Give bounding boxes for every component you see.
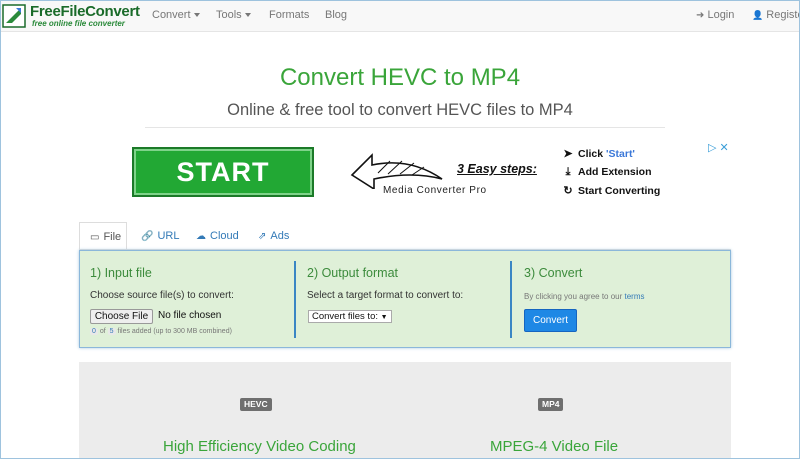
ad-step-3-text: Start Converting [578,185,661,197]
ad-step-1-text: Click [578,148,607,160]
link-icon: 🔗 [141,231,154,242]
choose-file-button[interactable]: Choose File [90,309,153,324]
monitor-icon: ▭ [90,232,100,243]
mp4-format-badge: MP4 [538,398,564,411]
files-max-badge: 5 [107,328,116,335]
logo-icon [2,4,26,28]
user-icon: 👤 [752,10,764,20]
conversion-panel: 1) Input file Choose source file(s) to c… [79,250,731,348]
input-file-instruction: Choose source file(s) to convert: [90,290,234,301]
page-subtitle: Online & free tool to convert HEVC files… [227,101,573,119]
output-format-select[interactable]: Convert files to: ▼ [308,310,392,323]
adchoices-icon[interactable]: ▷ ✕ [708,141,729,154]
external-link-icon: ⇗ [258,231,267,242]
mp4-format-name: MPEG-4 Video File [490,438,619,455]
refresh-icon: ↻ [563,185,573,197]
caret-down-icon [193,13,200,18]
top-navbar: FreeFileConvert free online file convert… [0,0,800,32]
hevc-format-name: High Efficiency Video Coding [163,438,356,455]
select-arrow-icon: ▼ [380,314,388,321]
tab-file-label: File [103,231,122,243]
logo-subtitle: free online file converter [32,19,125,28]
format-info-section: HEVC High Efficiency Video Coding MP4 MP… [79,362,731,459]
divider-line [145,127,665,128]
output-format-heading: 2) Output format [307,266,399,280]
input-file-section: 1) Input file Choose source file(s) to c… [80,251,294,349]
ad-step-2-text: Add Extension [578,166,652,178]
register-link[interactable]: 👤 Register [752,9,800,21]
nav-tools-dropdown[interactable]: Tools [216,9,251,21]
ad-step-1: ➤ Click 'Start' [561,147,635,160]
nav-formats-link[interactable]: Formats [269,9,309,21]
no-file-chosen-text: No file chosen [158,310,222,321]
ad-start-button[interactable]: START [132,147,314,197]
convert-heading: 3) Convert [524,266,583,280]
ad-steps-title: 3 Easy steps: [457,162,537,176]
terms-note: By clicking you agree to our terms [524,292,645,301]
tab-ads[interactable]: ⇗ Ads [248,222,299,250]
caret-down-icon [244,13,251,18]
logo-title: FreeFileConvert [30,3,140,20]
terms-link[interactable]: terms [625,292,645,301]
page-title: Convert HEVC to MP4 [279,64,521,91]
output-format-instruction: Select a target format to convert to: [307,290,464,301]
login-link[interactable]: ➜ Login [696,9,734,21]
convert-section: 3) Convert By clicking you agree to our … [512,251,730,349]
tab-cloud[interactable]: ☁ Cloud [186,222,249,250]
ad-banner[interactable]: START Media Converter Pro 3 Easy steps: … [128,141,732,203]
cloud-icon: ☁ [196,231,206,242]
convert-button[interactable]: Convert [524,309,577,332]
nav-blog-link[interactable]: Blog [325,9,347,21]
tab-cloud-label: Cloud [210,230,239,242]
login-label: Login [707,9,735,21]
nav-convert-label: Convert [152,9,191,21]
source-tabs: ▭ File 🔗 URL ☁ Cloud ⇗ Ads [79,222,731,250]
register-label: Register [766,9,800,21]
download-icon: ⤓ [565,166,571,178]
sign-in-icon: ➜ [696,10,705,21]
tab-ads-label: Ads [270,230,290,242]
ad-step-1-highlight: 'Start' [606,148,635,160]
site-logo[interactable]: FreeFileConvert free online file convert… [2,2,142,30]
nav-tools-label: Tools [216,9,242,21]
output-format-section: 2) Output format Select a target format … [296,251,510,349]
files-of-text: of [99,328,106,335]
files-added-text: files added (up to 300 MB combined) [117,328,232,335]
ad-step-2: ⤓ Add Extension [561,166,652,179]
tab-url-label: URL [157,230,180,242]
files-added-counter: 0 of 5 files added (up to 300 MB combine… [90,328,232,335]
files-count-badge: 0 [90,328,98,335]
nav-convert-dropdown[interactable]: Convert [152,9,200,21]
curved-arrow-icon [350,153,443,189]
terms-note-text: By clicking you agree to our [524,292,625,301]
ad-brand: Media Converter Pro [383,185,487,196]
ad-step-3: ↻ Start Converting [561,184,660,197]
hevc-format-badge: HEVC [240,398,272,411]
cursor-icon: ➤ [563,148,573,160]
output-format-select-value: Convert files to: [312,311,378,322]
tab-url[interactable]: 🔗 URL [131,222,189,250]
tab-file[interactable]: ▭ File [79,222,127,250]
input-file-heading: 1) Input file [90,266,152,280]
